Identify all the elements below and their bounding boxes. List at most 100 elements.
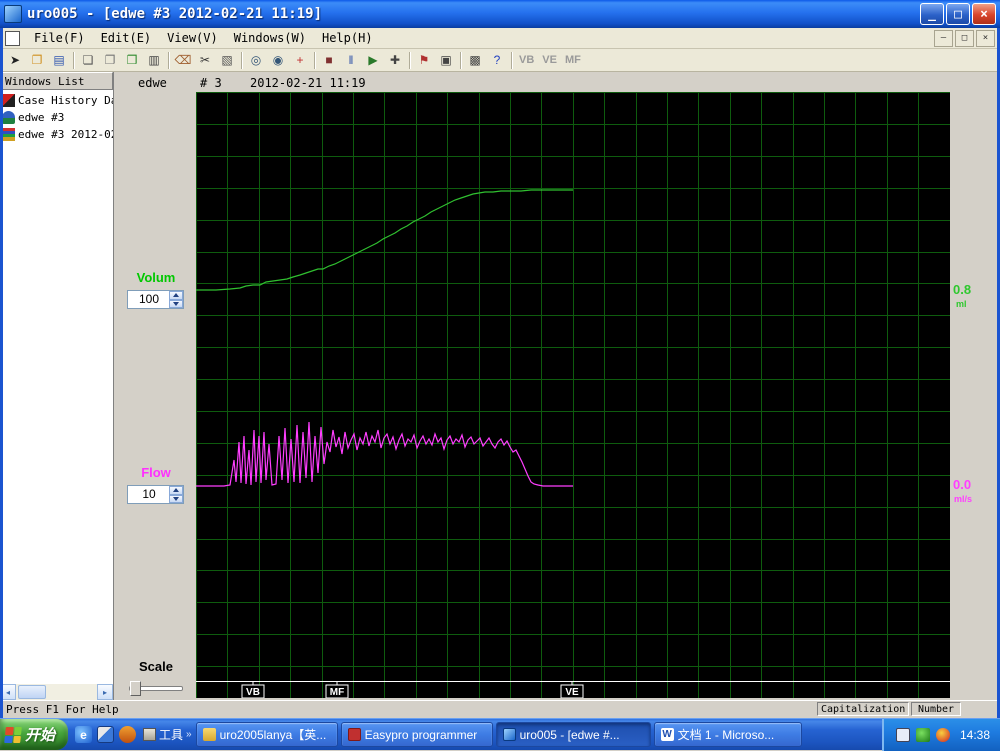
windows-list-item-label: edwe #3 2012-02 bbox=[18, 128, 113, 141]
paste-button[interactable]: ❒ bbox=[121, 50, 143, 70]
toolbar-separator bbox=[314, 51, 315, 69]
flow-readout-unit: ml/s bbox=[954, 494, 973, 504]
save-button[interactable]: ▤ bbox=[48, 50, 70, 70]
open-file-button[interactable]: ❐ bbox=[26, 50, 48, 70]
scroll-thumb[interactable] bbox=[18, 685, 46, 699]
taskbar-task-button[interactable]: uro2005lanya【英... bbox=[195, 722, 338, 747]
mdi-close-button[interactable]: × bbox=[976, 29, 995, 47]
event-marker-button[interactable]: ▣ bbox=[435, 50, 457, 70]
cut-button[interactable]: ✂ bbox=[194, 50, 216, 70]
media-player-icon[interactable] bbox=[119, 726, 136, 743]
event-marker-label: MF bbox=[330, 687, 344, 698]
mf-marker-button[interactable]: MF bbox=[565, 54, 581, 66]
scroll-track[interactable] bbox=[16, 684, 97, 700]
mdi-minimize-button[interactable]: — bbox=[934, 29, 953, 47]
stop-button[interactable]: ■ bbox=[318, 50, 340, 70]
case-number: # 3 bbox=[200, 76, 222, 90]
toolbar-separator bbox=[241, 51, 242, 69]
status-capitalization-indicator: Capitalization bbox=[817, 702, 909, 716]
menu-edit[interactable]: Edit(E) bbox=[93, 29, 160, 47]
trace-chart[interactable]: VB MF VE bbox=[196, 92, 951, 699]
print-icon: ▥ bbox=[148, 53, 160, 67]
menu-help[interactable]: Help(H) bbox=[314, 29, 381, 47]
page-setup-button[interactable]: ▧ bbox=[216, 50, 238, 70]
maximize-button[interactable]: □ bbox=[946, 3, 970, 25]
volume-scale-down-button[interactable] bbox=[169, 299, 183, 308]
input-method-icon[interactable] bbox=[895, 727, 910, 742]
flow-scale-up-button[interactable] bbox=[169, 486, 183, 495]
crosshair-button[interactable]: ✚ bbox=[384, 50, 406, 70]
vb-marker-button[interactable]: VB bbox=[519, 54, 534, 66]
antivirus-icon[interactable] bbox=[915, 727, 930, 742]
alert-icon[interactable] bbox=[935, 727, 950, 742]
window-controls: _ □ × bbox=[920, 3, 996, 25]
erase-icon: ⌫ bbox=[174, 53, 192, 67]
toolbar-separator bbox=[511, 51, 512, 69]
windows-list-item[interactable]: Case History Da bbox=[0, 92, 113, 109]
flow-scale-down-button[interactable] bbox=[169, 494, 183, 503]
windows-list-item-label: Case History Da bbox=[18, 94, 113, 107]
volume-scale-up-button[interactable] bbox=[169, 291, 183, 300]
menu-view[interactable]: View(V) bbox=[159, 29, 226, 47]
play-button[interactable]: ▶ bbox=[362, 50, 384, 70]
print-preview-button[interactable]: ◉ bbox=[267, 50, 289, 70]
options-button[interactable]: ▩ bbox=[464, 50, 486, 70]
paste-icon: ❒ bbox=[126, 53, 138, 67]
windows-list: Case History Da edwe #3 edwe #3 2012-02 bbox=[0, 92, 113, 684]
taskbar-task-label: 文档 1 - Microso... bbox=[677, 728, 775, 742]
volume-scale-spinbox[interactable]: 100 bbox=[127, 290, 184, 309]
zoom-page-button[interactable]: ◎ bbox=[245, 50, 267, 70]
erase-button[interactable]: ⌫ bbox=[172, 50, 194, 70]
windows-list-item-label: edwe #3 bbox=[18, 111, 65, 124]
internet-explorer-icon[interactable] bbox=[75, 726, 92, 743]
minimize-button[interactable]: _ bbox=[920, 3, 944, 25]
taskbar-task-button[interactable]: Easypro programmer bbox=[340, 722, 493, 747]
menu-windows[interactable]: Windows(W) bbox=[226, 29, 314, 47]
exam-datetime: 2012-02-21 11:19 bbox=[250, 76, 366, 90]
copy-button[interactable]: ❏ bbox=[77, 50, 99, 70]
mdi-restore-button[interactable]: □ bbox=[955, 29, 974, 47]
help-button[interactable]: ? bbox=[486, 50, 508, 70]
taskbar-task-button[interactable]: 文档 1 - Microso... bbox=[653, 722, 802, 747]
page-setup-icon: ▧ bbox=[221, 53, 233, 67]
scale-slider-thumb[interactable] bbox=[130, 681, 141, 696]
patient-name: edwe bbox=[138, 76, 167, 90]
patient-icon bbox=[2, 111, 15, 124]
case-history-icon bbox=[2, 94, 15, 107]
print-button[interactable]: ▥ bbox=[143, 50, 165, 70]
flow-readout-value: 0.0 bbox=[953, 477, 972, 492]
toolbar-separator bbox=[73, 51, 74, 69]
toolbar-separator bbox=[409, 51, 410, 69]
toolbar-overflow-chevron[interactable]: » bbox=[186, 729, 192, 740]
menu-file[interactable]: File(F) bbox=[26, 29, 93, 47]
tools-toolbar[interactable]: 工具 » bbox=[143, 726, 192, 743]
child-window-icon[interactable] bbox=[5, 30, 20, 46]
ve-marker-button[interactable]: VE bbox=[542, 54, 557, 66]
windows-list-item[interactable]: edwe #3 bbox=[0, 109, 113, 126]
window-title: uro005 - [edwe #3 2012-02-21 11:19] bbox=[27, 6, 323, 22]
save-icon: ▤ bbox=[53, 53, 65, 67]
sidebar-horizontal-scrollbar[interactable]: ◂ ▸ bbox=[0, 684, 113, 700]
toolbar-buttons: ➤ ❐ ▤ ❏ ❐ ❒ ▥ ⌫ ✂ ▧ ◎ ◉ + ■ ‖ ▶ ✚ ⚑ ▣ ▩? bbox=[4, 50, 515, 70]
taskbar-task-label: uro005 - [edwe #... bbox=[519, 727, 620, 742]
exam-icon bbox=[2, 128, 15, 141]
flag-marker-button[interactable]: ⚑ bbox=[413, 50, 435, 70]
open-file-icon: ❐ bbox=[31, 53, 43, 67]
crosshair-icon: ✚ bbox=[389, 53, 401, 67]
close-button[interactable]: × bbox=[972, 3, 996, 25]
flow-scale-spinbox[interactable]: 10 bbox=[127, 485, 184, 504]
word-doc-icon bbox=[660, 728, 674, 741]
select-cursor-icon: ➤ bbox=[9, 53, 21, 67]
status-number-indicator: Number bbox=[911, 702, 961, 716]
add-event-button[interactable]: + bbox=[289, 50, 311, 70]
stop-icon: ■ bbox=[325, 53, 333, 67]
show-desktop-icon[interactable] bbox=[97, 726, 114, 743]
taskbar-task-label: Easypro programmer bbox=[364, 727, 478, 742]
scroll-right-button[interactable]: ▸ bbox=[97, 684, 113, 700]
pause-button[interactable]: ‖ bbox=[340, 50, 362, 70]
select-cursor-button[interactable]: ➤ bbox=[4, 50, 26, 70]
duplicate-page-button[interactable]: ❐ bbox=[99, 50, 121, 70]
start-button[interactable]: 开始 bbox=[0, 719, 68, 750]
windows-list-item[interactable]: edwe #3 2012-02 bbox=[0, 126, 113, 143]
taskbar-task-button[interactable]: uro005 - [edwe #... bbox=[495, 722, 651, 747]
